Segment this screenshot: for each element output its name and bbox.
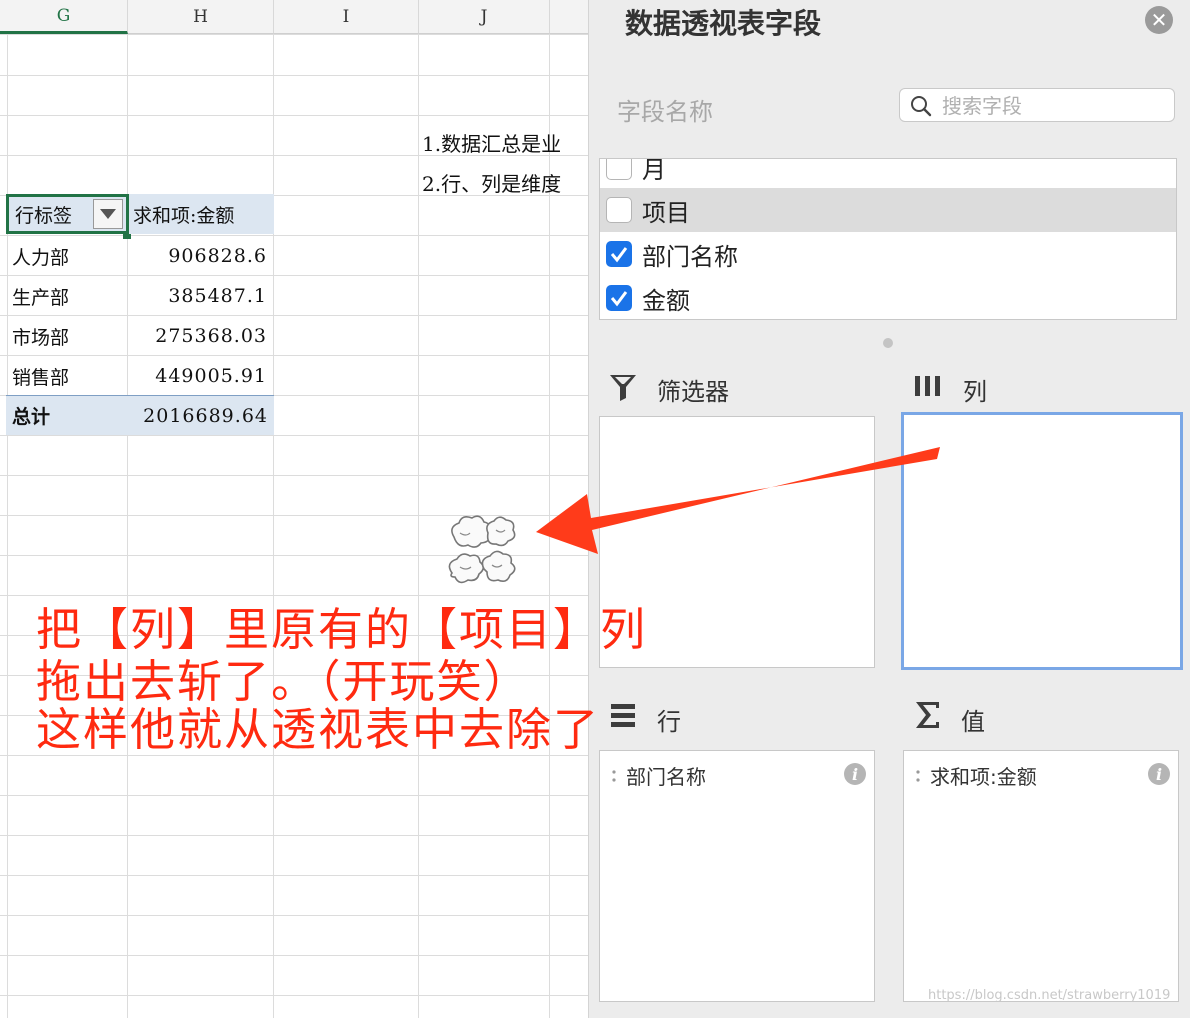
column-header-j[interactable]: J — [419, 0, 550, 34]
gridline — [0, 475, 588, 476]
columns-icon — [915, 376, 940, 396]
gridline — [0, 995, 588, 996]
gridline — [127, 34, 128, 1018]
values-drop-area[interactable]: 求和项:金额 i — [903, 750, 1179, 1002]
gridline — [273, 34, 274, 1018]
filters-area-title: 筛选器 — [657, 378, 729, 406]
poof-cloud-icon — [448, 515, 516, 584]
pivot-row-value[interactable]: 906828.6 — [128, 236, 273, 276]
rows-icon — [611, 704, 635, 727]
columns-area-title: 列 — [963, 378, 987, 406]
checkmark-icon — [610, 291, 628, 307]
field-item-amount[interactable]: 金额 — [600, 276, 1176, 319]
checkbox-unchecked[interactable] — [606, 159, 632, 180]
field-label: 月 — [642, 158, 666, 184]
pivot-row-label[interactable]: 销售部 — [6, 356, 127, 396]
sigma-icon — [916, 702, 939, 728]
funnel-icon — [610, 375, 636, 401]
pivot-header-sum-amount[interactable]: 求和项:金额 — [129, 194, 274, 234]
gridline — [0, 795, 588, 796]
column-header-g[interactable]: G — [0, 0, 128, 34]
note-line-2: 2.行、列是维度 — [422, 172, 562, 196]
gridline — [418, 34, 419, 1018]
panel-splitter-handle[interactable] — [883, 338, 893, 348]
search-field-box[interactable] — [899, 88, 1175, 122]
row-labels-text: 行标签 — [15, 204, 73, 227]
rows-area-item[interactable]: 部门名称 — [612, 761, 706, 790]
field-item-department[interactable]: 部门名称 — [600, 232, 1176, 276]
note-line-1: 1.数据汇总是业 — [422, 132, 562, 156]
annotation-line-2: 拖出去斩了。（开玩笑） — [36, 655, 531, 708]
field-item-project[interactable]: 项目 — [600, 188, 1176, 232]
search-icon — [911, 96, 932, 117]
pivot-row-label[interactable]: 市场部 — [6, 316, 127, 356]
panel-title: 数据透视表字段 — [625, 7, 822, 40]
watermark: https://blog.csdn.net/strawberry1019 — [928, 988, 1171, 1003]
info-icon[interactable]: i — [1148, 763, 1170, 785]
pivot-row-label[interactable]: 人力部 — [6, 236, 127, 276]
gridline — [0, 34, 588, 35]
gridline — [0, 435, 588, 436]
drag-grip-icon — [612, 769, 616, 782]
field-item-month[interactable]: 月 — [600, 158, 1176, 189]
column-header-k[interactable] — [550, 0, 588, 34]
field-label: 项目 — [642, 198, 690, 227]
field-list[interactable]: 月 项目 部门名称 金额 — [599, 158, 1177, 320]
spreadsheet-grid[interactable]: G H I J 1.数据汇总是业 2.行、列是维度 行标签 求和项:金额 人力部… — [0, 0, 588, 1018]
checkmark-icon — [610, 247, 628, 263]
drag-grip-icon — [916, 769, 920, 782]
pivot-row-label[interactable]: 生产部 — [6, 276, 127, 316]
gridline — [0, 955, 588, 956]
pivot-field-panel: 数据透视表字段 ✕ 字段名称 月 项目 部门名称 金额 — [588, 0, 1190, 1018]
search-input[interactable] — [940, 91, 1164, 121]
gridline — [0, 915, 588, 916]
column-header-h[interactable]: H — [128, 0, 274, 34]
pivot-row-value[interactable]: 275368.03 — [128, 316, 273, 356]
column-header-i[interactable]: I — [274, 0, 419, 34]
field-label: 金额 — [642, 286, 690, 315]
gridline — [0, 595, 588, 596]
info-icon[interactable]: i — [844, 763, 866, 785]
chevron-down-icon — [100, 209, 116, 219]
checkbox-checked[interactable] — [606, 241, 632, 267]
pivot-row-value[interactable]: 385487.1 — [128, 276, 273, 316]
values-area-item-label: 求和项:金额 — [930, 765, 1037, 789]
filter-dropdown-button[interactable] — [93, 199, 123, 229]
field-label: 部门名称 — [642, 242, 738, 271]
rows-drop-area[interactable]: 部门名称 i — [599, 750, 875, 1002]
gridline — [0, 835, 588, 836]
gridline — [0, 115, 588, 116]
gridline — [0, 75, 588, 76]
columns-drop-area[interactable] — [901, 412, 1183, 670]
close-icon[interactable]: ✕ — [1145, 6, 1173, 34]
values-area-title: 值 — [961, 708, 985, 736]
annotation-line-1: 把【列】里原有的【项目】列 — [36, 603, 648, 656]
rows-area-title: 行 — [657, 708, 681, 736]
gridline — [7, 34, 8, 1018]
pivot-total-value[interactable]: 2016689.64 — [128, 395, 274, 435]
checkbox-unchecked[interactable] — [606, 197, 632, 223]
values-area-item[interactable]: 求和项:金额 — [916, 761, 1037, 790]
field-name-label: 字段名称 — [617, 98, 713, 126]
gridline — [0, 875, 588, 876]
pivot-row-value[interactable]: 449005.91 — [128, 356, 273, 396]
checkbox-checked[interactable] — [606, 285, 632, 311]
rows-area-item-label: 部门名称 — [626, 765, 706, 789]
annotation-line-3: 这样他就从透视表中去除了 — [36, 703, 601, 756]
pivot-total-label[interactable]: 总计 — [6, 395, 128, 435]
